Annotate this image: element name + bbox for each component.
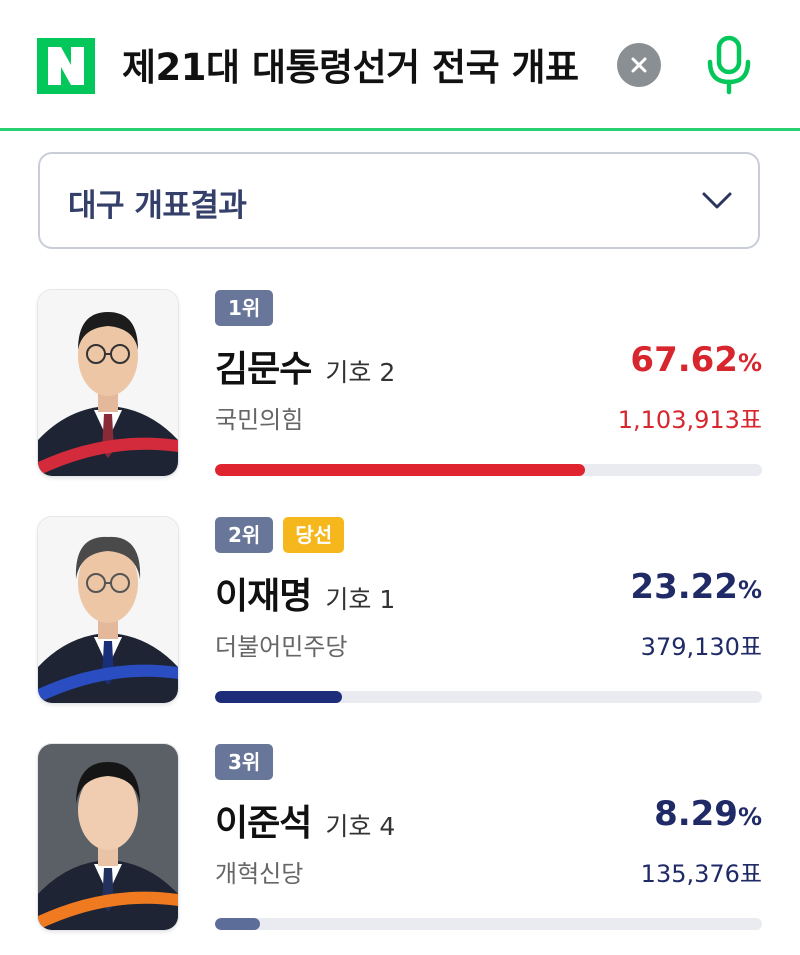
candidate-name: 이준석: [215, 803, 312, 844]
vote-share-bar-fill: [215, 464, 585, 476]
candidate-card-1[interactable]: 1위 김문수 기호 2 국민의힘 67.62% 1,103,913표: [0, 290, 800, 490]
search-query-text[interactable]: 제21대 대통령선거 전국 개표: [122, 40, 584, 96]
search-bar: 제21대 대통령선거 전국 개표: [0, 0, 800, 131]
candidate-party: 국민의힘: [215, 406, 304, 434]
vote-percent-value: 8.29: [654, 794, 738, 834]
candidate-name-row: 김문수 기호 2: [215, 340, 395, 390]
vote-percent-unit: %: [737, 803, 762, 831]
chevron-down-icon: [702, 192, 732, 209]
vote-share-bar: [215, 691, 762, 703]
vote-share-bar: [215, 918, 762, 930]
candidate-number: 기호 1: [325, 585, 396, 614]
candidate-badges: 3위: [215, 744, 274, 780]
vote-percent-unit: %: [737, 349, 762, 377]
candidate-badges: 1위: [215, 290, 274, 326]
candidate-name: 이재명: [215, 576, 312, 617]
candidate-portrait-icon: [38, 517, 178, 703]
candidate-party: 더불어민주당: [215, 633, 348, 661]
candidate-portrait-icon: [38, 290, 178, 476]
vote-share-bar: [215, 464, 762, 476]
candidate-photo: [38, 744, 178, 930]
candidate-number: 기호 2: [325, 358, 396, 387]
winner-badge: 당선: [283, 517, 345, 553]
candidate-badges: 2위 당선: [215, 517, 345, 553]
candidate-name: 김문수: [215, 349, 312, 390]
candidate-name-row: 이준석 기호 4: [215, 794, 395, 844]
vote-percent: 67.62%: [630, 340, 762, 380]
rank-badge: 1위: [215, 290, 274, 326]
candidate-portrait-icon: [38, 744, 178, 930]
candidate-photo: [38, 290, 178, 476]
vote-percent-value: 67.62: [630, 340, 738, 380]
region-dropdown-label: 대구 개표결과: [68, 188, 247, 224]
vote-share-bar-fill: [215, 691, 342, 703]
candidate-number: 기호 4: [325, 812, 396, 841]
vote-percent-value: 23.22: [630, 567, 738, 607]
close-icon: [631, 57, 647, 73]
region-dropdown[interactable]: 대구 개표결과: [38, 152, 760, 249]
vote-percent-unit: %: [737, 576, 762, 604]
rank-badge: 3위: [215, 744, 274, 780]
vote-count: 379,130표: [640, 633, 762, 661]
vote-percent: 23.22%: [630, 567, 762, 607]
candidate-photo: [38, 517, 178, 703]
naver-logo-icon[interactable]: [37, 38, 95, 94]
candidate-name-row: 이재명 기호 1: [215, 567, 395, 617]
rank-badge: 2위: [215, 517, 274, 553]
vote-count: 135,376표: [640, 860, 762, 888]
clear-search-button[interactable]: [617, 43, 661, 87]
candidate-card-3[interactable]: 3위 이준석 기호 4 개혁신당 8.29% 135,376표: [0, 744, 800, 944]
search-bar-divider: [0, 128, 800, 131]
vote-count: 1,103,913표: [617, 406, 762, 434]
vote-share-bar-fill: [215, 918, 261, 930]
candidate-party: 개혁신당: [215, 860, 304, 888]
vote-percent: 8.29%: [654, 794, 762, 834]
voice-search-mic-icon[interactable]: [704, 34, 754, 96]
candidate-card-2[interactable]: 2위 당선 이재명 기호 1 더불어민주당 23.22% 379,130표: [0, 517, 800, 717]
